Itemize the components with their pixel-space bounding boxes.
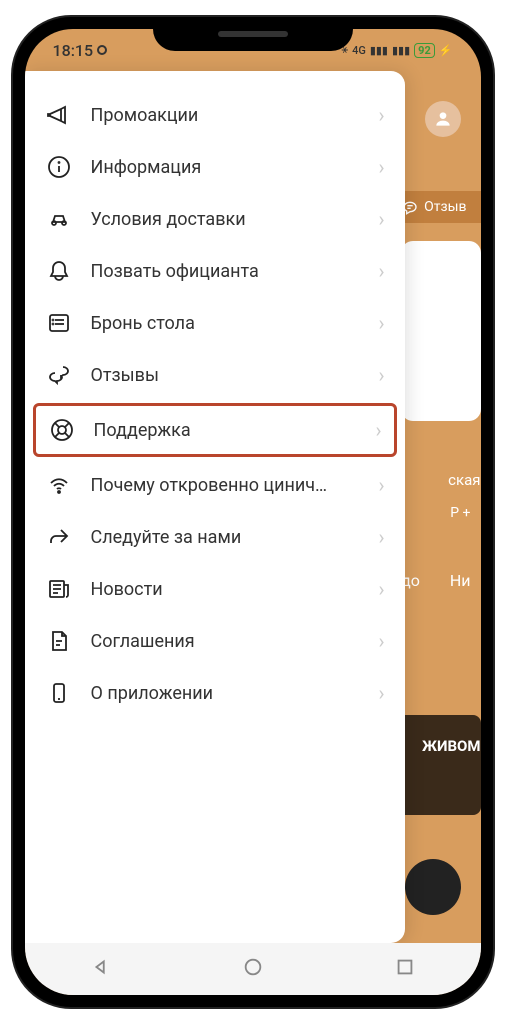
navigation-drawer: Промоакции › Информация › Условия достав… (25, 71, 405, 943)
wifi-icon (45, 471, 73, 499)
nav-recent-button[interactable] (394, 956, 416, 982)
fab-button[interactable] (405, 859, 461, 915)
chevron-right-icon: › (378, 577, 384, 601)
document-icon (45, 627, 73, 655)
menu-label: Информация (91, 157, 371, 178)
menu-label: Позвать официанта (91, 261, 371, 282)
charging-icon: ⚡ (439, 44, 453, 57)
chevron-right-icon: › (378, 103, 384, 127)
menu-label: Промоакции (91, 105, 371, 126)
nav-home-button[interactable] (242, 956, 264, 982)
phone-frame: 18:15 ⚹ 4G ▮▮▮ ▮▮▮ 92 ⚡ Отзыв (13, 17, 493, 1007)
list-icon (45, 309, 73, 337)
menu-item-waiter[interactable]: Позвать официанта › (25, 245, 405, 297)
bg-card[interactable] (401, 241, 481, 421)
reviews-label: Отзыв (424, 199, 466, 215)
signal-icon: ▮▮▮ (370, 44, 388, 57)
chevron-right-icon: › (378, 311, 384, 335)
status-icons: ⚹ 4G ▮▮▮ ▮▮▮ 92 ⚡ (341, 43, 452, 58)
menu-item-follow[interactable]: Следуйте за нами › (25, 511, 405, 563)
avatar[interactable] (425, 101, 461, 137)
status-circle-icon (97, 45, 107, 55)
chevron-right-icon: › (378, 473, 384, 497)
chevron-right-icon: › (378, 629, 384, 653)
network-label: 4G (352, 44, 366, 57)
megaphone-icon (45, 101, 73, 129)
menu-item-agreements[interactable]: Соглашения › (25, 615, 405, 667)
chat-icon (45, 361, 73, 389)
info-icon (45, 153, 73, 181)
car-icon (45, 205, 73, 233)
chevron-right-icon: › (378, 681, 384, 705)
menu-label: Новости (91, 579, 371, 600)
nav-back-button[interactable] (90, 956, 112, 982)
android-nav-bar (25, 943, 481, 995)
menu-label: Почему откровенно цинич… (91, 475, 371, 496)
menu-item-about[interactable]: О приложении › (25, 667, 405, 719)
menu-label: Следуйте за нами (91, 527, 371, 548)
status-time: 18:15 (53, 41, 108, 60)
chevron-right-icon: › (378, 207, 384, 231)
chevron-right-icon: › (378, 525, 384, 549)
chevron-right-icon: › (378, 155, 384, 179)
menu-item-why[interactable]: Почему откровенно цинич… › (25, 459, 405, 511)
phone-icon (45, 679, 73, 707)
screen: 18:15 ⚹ 4G ▮▮▮ ▮▮▮ 92 ⚡ Отзыв (25, 29, 481, 995)
menu-label: Поддержка (94, 420, 368, 441)
menu-item-booking[interactable]: Бронь стола › (25, 297, 405, 349)
menu-item-promo[interactable]: Промоакции › (25, 89, 405, 141)
bell-icon (45, 257, 73, 285)
signal-icon-2: ▮▮▮ (392, 44, 410, 57)
chevron-right-icon: › (375, 418, 381, 442)
menu-label: Соглашения (91, 631, 371, 652)
notch (153, 17, 353, 51)
time-text: 18:15 (53, 41, 94, 60)
bg-text: ЖИВОМ (422, 737, 481, 755)
menu-item-support[interactable]: Поддержка › (33, 403, 397, 457)
chevron-right-icon: › (378, 259, 384, 283)
menu-item-info[interactable]: Информация › (25, 141, 405, 193)
menu-item-news[interactable]: Новости › (25, 563, 405, 615)
lifebuoy-icon (48, 416, 76, 444)
menu-label: Условия доставки (91, 209, 371, 230)
menu-label: О приложении (91, 683, 371, 704)
menu-label: Отзывы (91, 365, 371, 386)
bg-text: Р + (440, 501, 480, 525)
share-icon (45, 523, 73, 551)
news-icon (45, 575, 73, 603)
bg-text: ская (448, 471, 480, 489)
bg-text: доНи (401, 571, 470, 590)
battery-icon: 92 (414, 43, 435, 58)
menu-label: Бронь стола (91, 313, 371, 334)
menu-item-reviews[interactable]: Отзывы › (25, 349, 405, 401)
menu-item-delivery[interactable]: Условия доставки › (25, 193, 405, 245)
chevron-right-icon: › (378, 363, 384, 387)
